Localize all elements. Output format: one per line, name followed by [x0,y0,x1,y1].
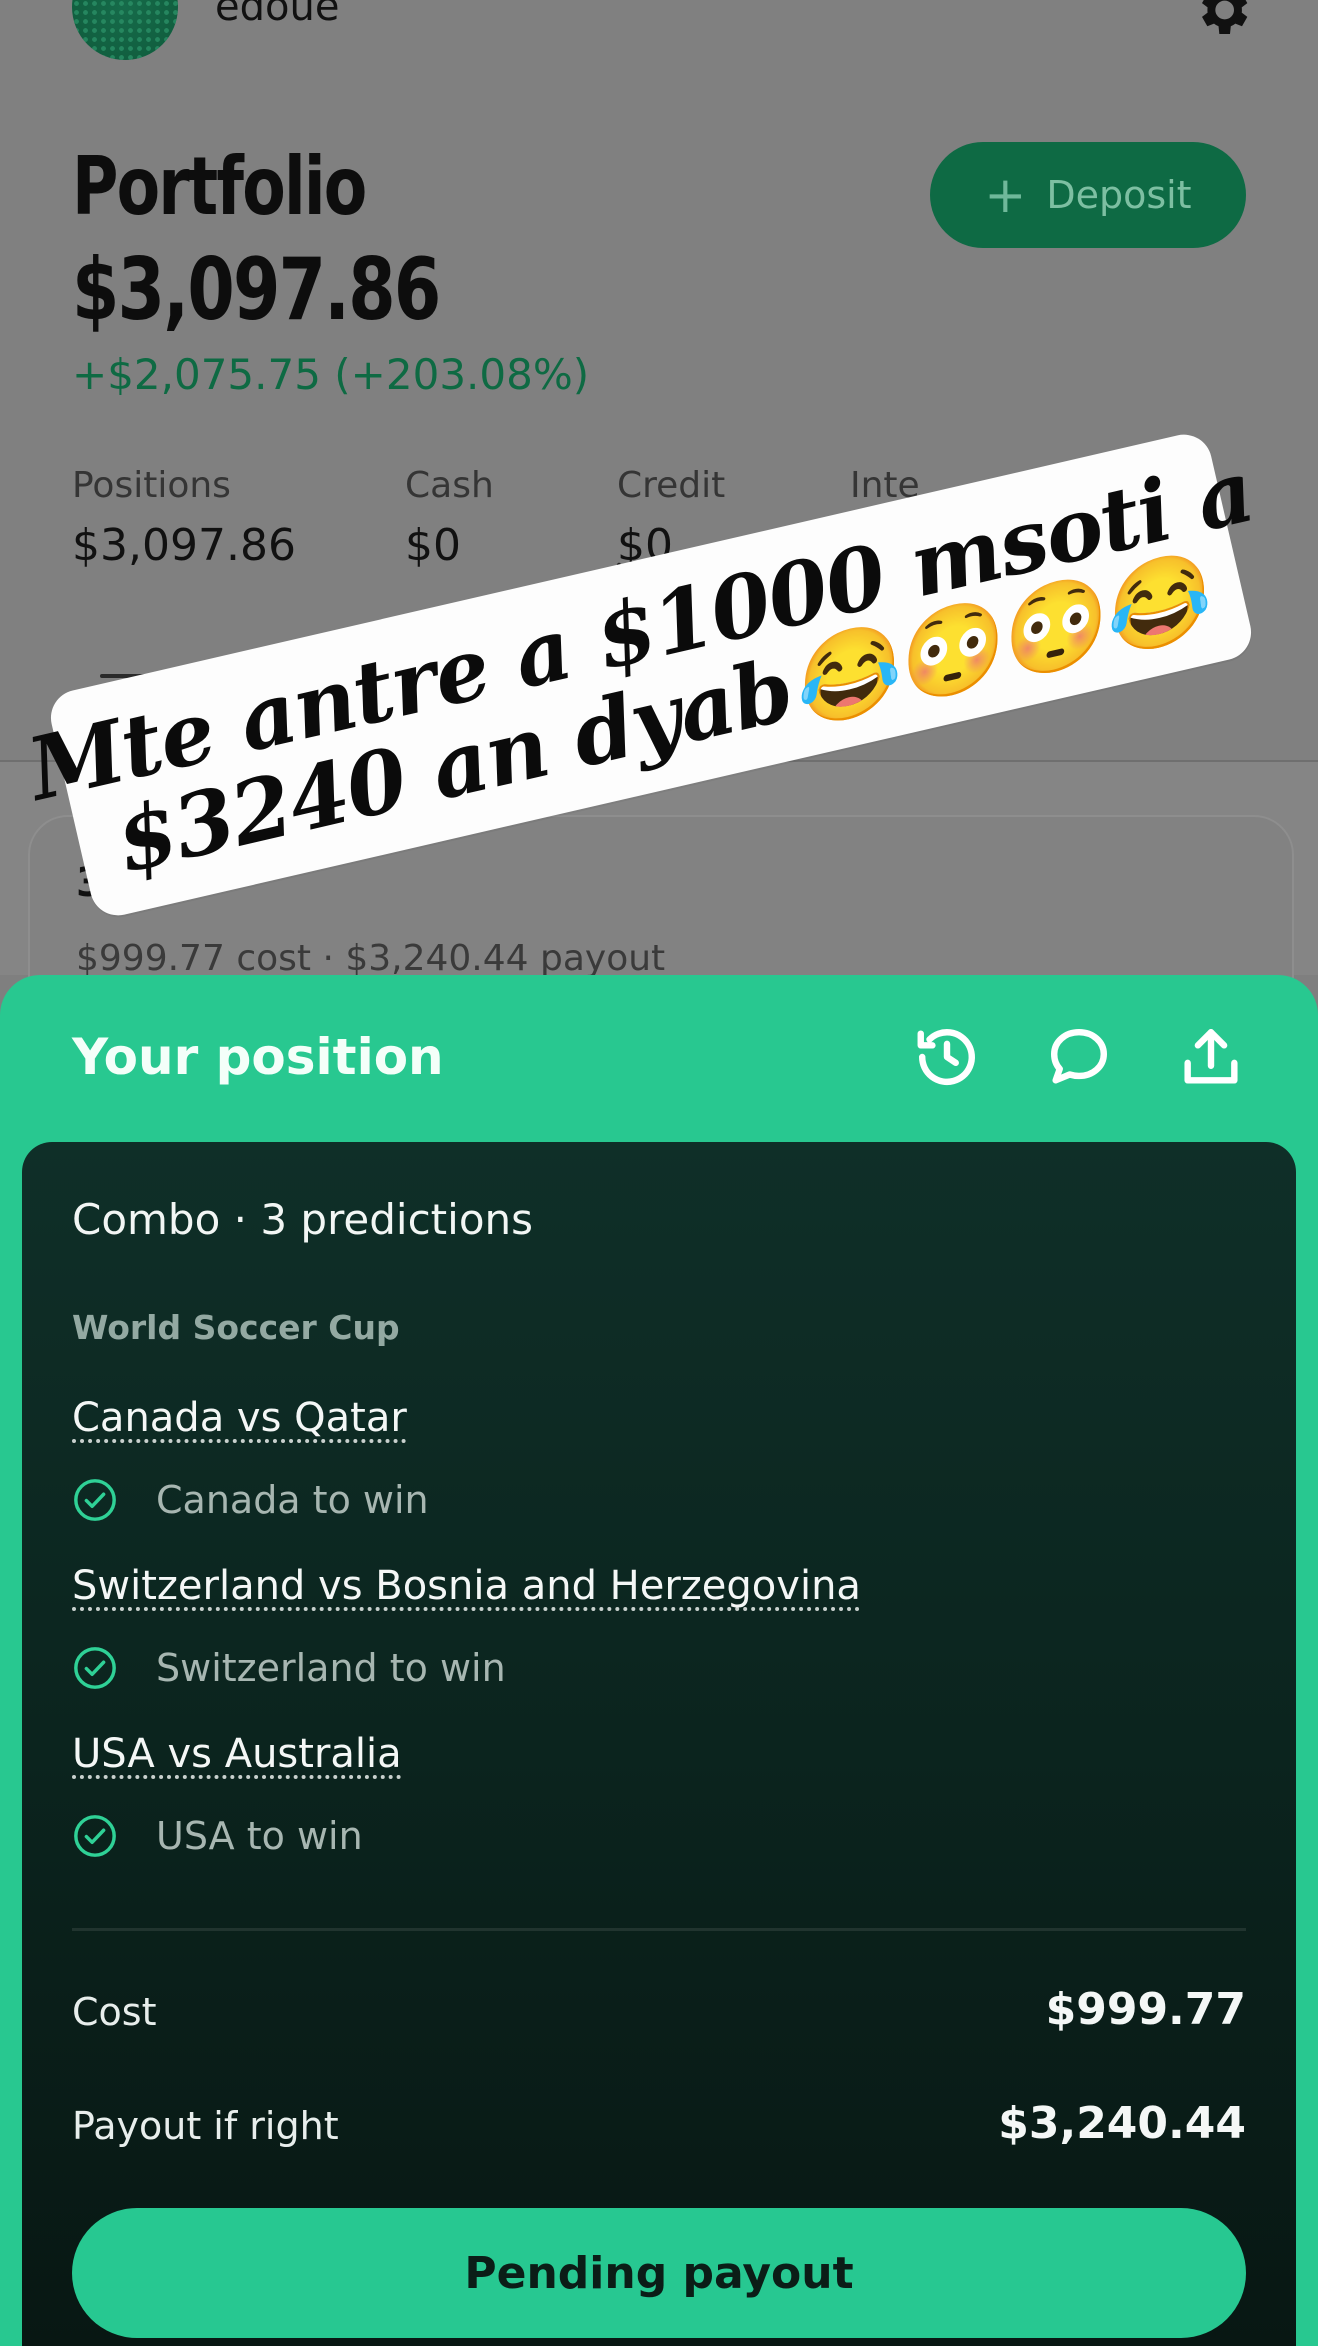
check-circle-icon [74,1815,116,1857]
pending-payout-button[interactable]: Pending payout [72,2208,1246,2338]
league-label: World Soccer Cup [72,1308,400,1347]
check-circle-icon [74,1647,116,1689]
cost-label: Cost [72,1990,157,2034]
stat-positions: Positions $3,097.86 [72,465,296,571]
payout-value: $3,240.44 [998,2098,1246,2149]
prediction-row: Switzerland to win [72,1645,506,1691]
deposit-button[interactable]: + Deposit [930,142,1246,248]
deposit-label: Deposit [1046,173,1192,217]
sheet-title: Your position [72,1028,444,1086]
prediction-text: Canada to win [156,1478,429,1522]
payout-label: Payout if right [72,2104,339,2148]
pending-payout-label: Pending payout [464,2247,854,2299]
stat-label: Positions [72,465,231,506]
divider [72,1928,1246,1931]
stat-value: $0 [405,520,461,571]
prediction-row: USA to win [72,1813,363,1859]
match-link[interactable]: Switzerland vs Bosnia and Herzegovina [72,1563,861,1609]
share-icon[interactable] [1176,1022,1246,1092]
prediction-text: Switzerland to win [156,1646,506,1690]
stat-label: Cash [405,465,494,506]
match-link[interactable]: USA vs Australia [72,1731,402,1777]
match-link[interactable]: Canada vs Qatar [72,1395,407,1441]
avatar[interactable] [72,0,178,60]
history-icon[interactable] [912,1022,982,1092]
page-title: Portfolio [72,140,367,233]
cost-value: $999.77 [1045,1984,1246,2035]
check-circle-icon [74,1479,116,1521]
position-card-subtitle: $999.77 cost · $3,240.44 payout [76,938,666,979]
username: edoue [215,0,340,30]
prediction-text: USA to win [156,1814,363,1858]
stat-value: $3,097.86 [72,520,296,571]
comment-icon[interactable] [1044,1022,1114,1092]
prediction-row: Canada to win [72,1477,429,1523]
portfolio-total: $3,097.86 [72,240,441,340]
gear-icon[interactable] [1190,0,1254,42]
stat-cash: Cash $0 [405,465,494,571]
stat-label: Credit [617,465,726,506]
combo-heading: Combo · 3 predictions [72,1195,534,1244]
plus-icon: + [984,166,1027,224]
portfolio-gain: +$2,075.75 (+203.08%) [72,350,590,399]
